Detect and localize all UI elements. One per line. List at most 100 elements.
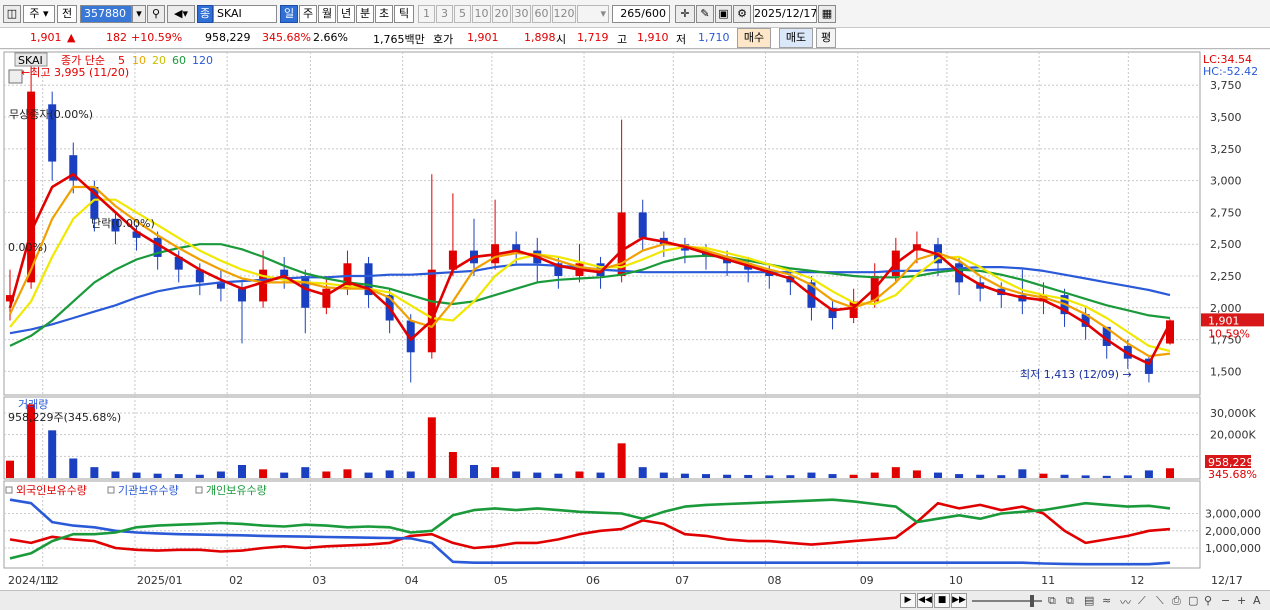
legend-individual: 개인보유수량 [206, 484, 267, 497]
table-icon[interactable]: ▤ [1084, 594, 1094, 607]
volume-panel-value: 958,229주(345.68%) [8, 411, 121, 424]
volume-bar [259, 469, 268, 478]
volume-bar [322, 471, 331, 478]
volume-bar [575, 471, 584, 478]
volume-value: 958,229 [205, 31, 251, 44]
volume-bar [870, 472, 879, 478]
draw-line-icon[interactable]: ≈ [1102, 594, 1111, 607]
volume-percent: 345.68% [262, 31, 311, 44]
hc-value: HC:-52.42 [1203, 65, 1258, 78]
sound-icon[interactable]: ◀▾ [167, 5, 195, 23]
volume-bar [153, 473, 162, 478]
event-note-3: 0.00%) [8, 241, 47, 254]
font-size-icon[interactable]: A [1253, 594, 1261, 607]
volume-bar [448, 452, 457, 478]
volume-bar [702, 474, 710, 478]
eval-button[interactable]: 평 [816, 28, 836, 48]
scroll-back-icon[interactable]: ◀◀ [917, 593, 933, 608]
search-icon[interactable]: ⚲ [147, 5, 165, 23]
price-y-tick-label: 2,500 [1210, 238, 1242, 251]
ma-legend-20: 20 [152, 54, 166, 67]
volume-bar [680, 473, 689, 478]
period-second[interactable]: 초 [375, 5, 393, 23]
prev-button[interactable]: 전 [57, 5, 77, 23]
fullscreen-icon[interactable]: ▢ [1188, 594, 1198, 607]
volume-bar [765, 475, 774, 478]
x-axis-label: 09 [860, 574, 874, 587]
stock-code-input[interactable]: 357880 [80, 5, 132, 23]
volume-bar [385, 470, 394, 478]
calendar-icon[interactable]: ▦ [818, 5, 836, 23]
zoom-out-icon[interactable]: − [1221, 594, 1230, 607]
event-note-bonus-issue: 무상증자(0.00%) [9, 108, 93, 121]
draw-wave-icon[interactable]: 〰 [1120, 594, 1131, 610]
x-axis-label: 12 [1130, 574, 1144, 587]
fast-forward-icon[interactable]: ▶▶ [951, 593, 967, 608]
stock-type-badge: 종 [197, 5, 213, 23]
sell-button[interactable]: 매도 [779, 28, 813, 48]
print-icon[interactable]: ⎙ [1172, 594, 1181, 608]
period-day[interactable]: 일 [280, 5, 298, 23]
volume-bar [596, 472, 605, 478]
x-axis-label: 12 [45, 574, 59, 587]
change-percent: +10.59% [131, 31, 183, 44]
layout-icon[interactable]: ◫ [3, 5, 21, 23]
zoom-slider-thumb[interactable] [1030, 595, 1034, 607]
volume-bar [48, 430, 57, 478]
volume-bar [1144, 470, 1153, 478]
interval-5[interactable]: 5 [454, 5, 471, 23]
open-price: 1,719 [577, 31, 609, 44]
period-year[interactable]: 년 [337, 5, 355, 23]
volume-bar [955, 474, 964, 478]
volume-bar [90, 467, 99, 478]
period-month[interactable]: 월 [318, 5, 336, 23]
count-field[interactable]: 265/600 [612, 5, 670, 23]
candle-body [638, 212, 647, 238]
zoom-in-icon[interactable]: + [1237, 594, 1246, 607]
interval-1[interactable]: 1 [418, 5, 435, 23]
volume-bar [807, 472, 816, 478]
change-arrow: ▲ [67, 31, 76, 44]
interval-30[interactable]: 30 [512, 5, 531, 23]
buy-button[interactable]: 매수 [737, 28, 771, 48]
interval-120[interactable]: 120 [552, 5, 576, 23]
volume-bar [828, 474, 837, 478]
candle-body [238, 288, 246, 302]
stock-name-field[interactable]: SKAI [213, 5, 277, 23]
interval-20[interactable]: 20 [492, 5, 511, 23]
draw-tool-icon[interactable]: ✎ [696, 5, 714, 23]
volume-bar [111, 471, 120, 478]
period-tick[interactable]: 틱 [394, 5, 414, 23]
period-minute[interactable]: 분 [356, 5, 374, 23]
stock-chart-svg[interactable]: 1,5001,7502,0002,2502,5002,7503,0003,250… [0, 50, 1270, 590]
copy-icon[interactable]: ⧉ [1066, 594, 1074, 608]
volume-bar [364, 472, 373, 478]
ma-legend-120: 120 [192, 54, 213, 67]
interval-3[interactable]: 3 [436, 5, 453, 23]
holdings-y-tick-label: 1,000,000 [1205, 542, 1261, 555]
volume-bar [912, 470, 921, 478]
fibonacci-icon[interactable]: ⟋ [1138, 594, 1146, 608]
volume-pct-tag: 345.68% [1208, 468, 1257, 481]
freq-label: 주 [29, 7, 40, 20]
interval-60[interactable]: 60 [532, 5, 551, 23]
event-note-split: 단락(0.00%) [91, 217, 155, 230]
gear-icon[interactable]: ⚙ [733, 5, 751, 23]
save-icon[interactable]: ▣ [715, 5, 732, 23]
date-field[interactable]: 2025/12/17 [753, 5, 817, 23]
zoom-search-icon[interactable]: ⚲ [1204, 594, 1212, 607]
chart-area[interactable]: 1,500 1,750 2,000 2,250 2,500 2,750 3,000 3,250… [0, 50, 1270, 590]
interval-dropdown[interactable]: ▾ [577, 5, 609, 23]
x-axis-label: 07 [675, 574, 689, 587]
period-week[interactable]: 주 [299, 5, 317, 23]
scroll-next-icon[interactable]: ▶ [900, 593, 916, 608]
holdings-y-tick-label: 3,000,000 [1205, 508, 1261, 521]
layout-grid-icon[interactable]: ⧉ [1048, 594, 1056, 608]
crosshair-icon[interactable]: ✛ [675, 5, 695, 23]
freq-select[interactable]: 주 ▾ [23, 5, 55, 23]
stop-icon[interactable]: ■ [934, 593, 950, 608]
volume-bar [723, 474, 732, 478]
trend-icon[interactable]: ⟍ [1156, 594, 1164, 608]
interval-10[interactable]: 10 [472, 5, 491, 23]
code-dropdown-icon[interactable]: ▾ [132, 5, 146, 23]
